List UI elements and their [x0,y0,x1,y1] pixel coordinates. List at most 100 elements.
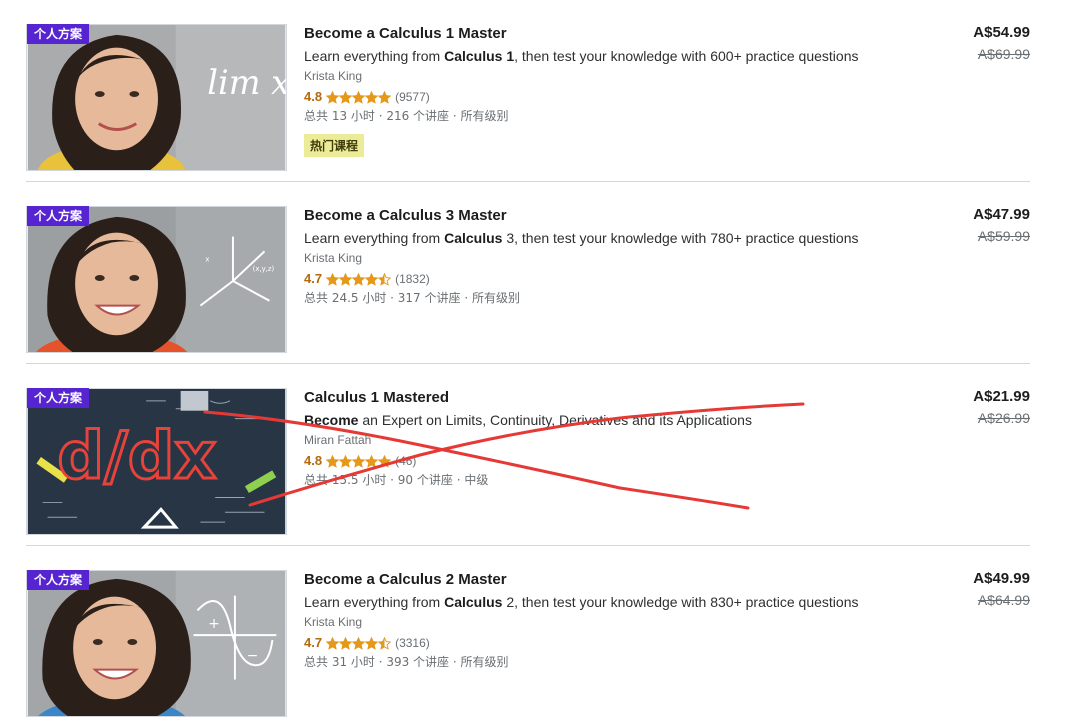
rating-row: 4.7 (3316) [304,635,904,651]
star-icon [352,272,366,286]
personal-plan-badge: 个人方案 [27,570,90,590]
rating-stars [326,90,392,104]
course-meta: 总共 31 小时 · 393 个讲座 · 所有级别 [304,655,509,669]
thumbnail-image: d/dx [27,389,286,534]
course-list: lim x→a 个人方案 Become a Calculus 1 Master … [26,0,1030,727]
rating-row: 4.8 (46) [304,453,904,469]
course-thumbnail[interactable]: + − [26,570,287,717]
course-title[interactable]: Calculus 1 Mastered [304,389,904,407]
rating-stars [326,272,392,286]
rating-number: 4.8 [304,453,323,468]
course-thumbnail[interactable]: d/dx [26,388,287,535]
svg-text:−: − [247,648,259,664]
course-title[interactable]: Become a Calculus 2 Master [304,571,904,589]
course-card[interactable]: d/dx 个人方案 Calculus 1 Mastered Become an … [26,364,1030,546]
course-thumbnail[interactable]: (x,y,z) x [26,206,287,353]
star-icon [339,272,353,286]
star-icon [326,636,340,650]
star-icon [339,90,353,104]
review-count: (9577) [395,90,430,104]
review-count: (1832) [395,272,430,286]
current-price: A$49.99 [973,570,1030,587]
star-icon [378,90,392,104]
star-icon [339,454,353,468]
course-info: Become a Calculus 1 Master Learn everyth… [304,24,904,157]
personal-plan-badge: 个人方案 [27,388,90,408]
star-icon [365,272,379,286]
rating-number: 4.8 [304,89,323,104]
thumb-text: d/dx [57,419,216,494]
thumbnail-image: + − [27,571,286,716]
star-icon [339,636,353,650]
star-icon [365,454,379,468]
instructor-name: Miran Fattah [304,433,372,447]
rating-number: 4.7 [304,271,323,286]
course-info: Become a Calculus 3 Master Learn everyth… [304,206,904,306]
svg-text:(x,y,z): (x,y,z) [253,265,275,273]
star-icon [326,454,340,468]
rating-number: 4.7 [304,635,323,650]
original-price: A$69.99 [977,46,1030,62]
star-icon [365,90,379,104]
personal-plan-badge: 个人方案 [27,24,90,44]
bestseller-tag: 热门课程 [304,134,365,157]
course-thumbnail[interactable]: lim x→a [26,24,287,171]
course-subtitle: Learn everything from Calculus 2, then t… [304,593,904,611]
course-meta: 总共 15.5 小时 · 90 个讲座 · 中级 [304,473,489,487]
subtitle-post: 2, then test your knowledge with 830+ pr… [502,594,859,610]
rating-stars [326,454,392,468]
course-info: Calculus 1 Mastered Become an Expert on … [304,388,904,488]
course-info: Become a Calculus 2 Master Learn everyth… [304,570,904,670]
course-title[interactable]: Become a Calculus 3 Master [304,207,904,225]
star-icon [365,636,379,650]
half-star-icon [378,272,392,286]
course-title[interactable]: Become a Calculus 1 Master [304,25,904,43]
star-icon [326,272,340,286]
price-block: A$54.99 A$69.99 [973,24,1030,63]
subtitle-post: , then test your knowledge with 600+ pra… [514,48,859,64]
current-price: A$47.99 [973,206,1030,223]
course-card[interactable]: (x,y,z) x 个人方案 Become a Calculus 3 Maste… [26,182,1030,364]
original-price: A$64.99 [977,592,1030,608]
star-icon [378,454,392,468]
course-subtitle: Learn everything from Calculus 3, then t… [304,229,904,247]
svg-text:x: x [205,255,209,263]
review-count: (46) [395,454,417,468]
course-subtitle: Learn everything from Calculus 1, then t… [304,47,904,65]
half-star-icon [378,636,392,650]
thumbnail-image: (x,y,z) x [27,207,286,352]
svg-text:+: + [208,616,220,632]
current-price: A$54.99 [973,24,1030,41]
star-icon [326,90,340,104]
course-meta: 总共 13 小时 · 216 个讲座 · 所有级别 [304,109,509,123]
subtitle-pre: Learn everything from [304,230,445,246]
subtitle-bold: Become [304,412,359,428]
rating-row: 4.7 (1832) [304,271,904,287]
star-icon [352,636,366,650]
review-count: (3316) [395,636,430,650]
price-block: A$47.99 A$59.99 [973,206,1030,245]
course-card[interactable]: + − 个人方案 Become a Calculus 2 Master Lear… [26,546,1030,727]
subtitle-post: an Expert on Limits, Continuity, Derivat… [358,412,752,428]
price-block: A$21.99 A$26.99 [973,388,1030,427]
instructor-name: Krista King [304,615,363,629]
course-card[interactable]: lim x→a 个人方案 Become a Calculus 1 Master … [26,0,1030,182]
original-price: A$26.99 [977,410,1030,426]
price-block: A$49.99 A$64.99 [973,570,1030,609]
subtitle-bold: Calculus [444,594,503,610]
subtitle-post: 3, then test your knowledge with 780+ pr… [502,230,859,246]
subtitle-pre: Learn everything from [304,48,445,64]
personal-plan-badge: 个人方案 [27,206,90,226]
subtitle-bold: Calculus [444,230,503,246]
star-icon [352,454,366,468]
instructor-name: Krista King [304,251,363,265]
thumbnail-image: lim x→a [27,25,286,170]
star-icon [352,90,366,104]
course-subtitle: Become an Expert on Limits, Continuity, … [304,411,904,429]
rating-stars [326,636,392,650]
current-price: A$21.99 [973,388,1030,405]
course-meta: 总共 24.5 小时 · 317 个讲座 · 所有级别 [304,291,520,305]
subtitle-pre: Learn everything from [304,594,445,610]
thumb-text: lim x→a [207,63,286,102]
rating-row: 4.8 (9577) [304,89,904,105]
